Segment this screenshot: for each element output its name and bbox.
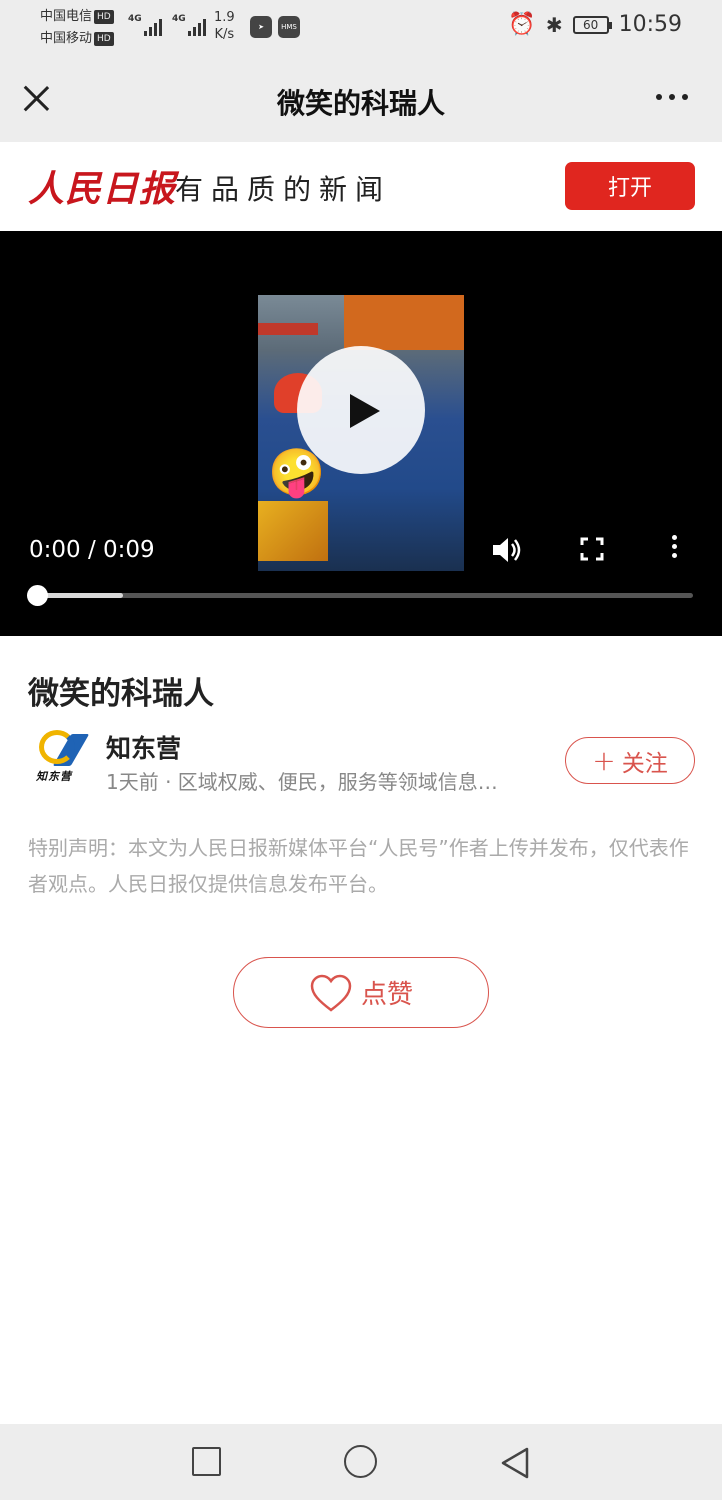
status-right: ⏰ ✱ 60 10:59 bbox=[508, 12, 682, 37]
author-meta: 1天前 · 区域权威、便民，服务等领域信息… bbox=[106, 770, 498, 794]
signal-strength-icon: 4G bbox=[172, 14, 206, 36]
signal-icons: 4G 4G bbox=[128, 14, 206, 36]
more-options-icon[interactable] bbox=[656, 94, 688, 100]
like-label: 点赞 bbox=[360, 980, 413, 1010]
battery-icon: 60 bbox=[572, 15, 612, 34]
video-more-icon[interactable] bbox=[672, 535, 677, 558]
author-avatar[interactable]: 知东营 bbox=[32, 728, 94, 790]
status-bar: 中国电信 HD 中国移动 HD 4G 4G 1.9 K/s ➤ HMS ⏰ ✱ 60… bbox=[0, 0, 722, 56]
hd-badge: HD bbox=[94, 31, 114, 46]
hms-icon: HMS bbox=[278, 16, 300, 38]
nav-bar: 微笑的科瑞人 bbox=[0, 56, 722, 142]
alarm-icon: ⏰ bbox=[508, 12, 536, 37]
volume-icon[interactable] bbox=[491, 535, 523, 565]
heart-icon bbox=[310, 974, 352, 1012]
plus-icon: + bbox=[592, 743, 616, 777]
open-app-button[interactable]: 打开 bbox=[565, 162, 695, 210]
app-banner: 人民日报 有品质的新闻 打开 bbox=[0, 142, 722, 231]
system-nav-bar bbox=[0, 1424, 722, 1500]
carrier-2: 中国移动 bbox=[40, 31, 93, 46]
like-button[interactable]: 点赞 bbox=[233, 957, 489, 1028]
home-icon[interactable] bbox=[344, 1445, 377, 1478]
play-button[interactable] bbox=[297, 346, 425, 474]
article-title: 微笑的科瑞人 bbox=[28, 676, 214, 712]
disclaimer-text: 特别声明：本文为人民日报新媒体平台“人民号”作者上传并发布，仅代表作者观点。人民… bbox=[28, 836, 689, 896]
video-progress-bar[interactable] bbox=[27, 585, 693, 606]
back-icon[interactable] bbox=[500, 1446, 530, 1480]
progress-knob[interactable] bbox=[27, 585, 48, 606]
clock: 10:59 bbox=[618, 12, 682, 37]
page-title: 微笑的科瑞人 bbox=[276, 87, 445, 120]
author-name[interactable]: 知东营 bbox=[106, 729, 181, 765]
hd-badge: HD bbox=[94, 9, 114, 24]
banner-slogan: 有品质的新闻 bbox=[175, 173, 392, 206]
network-speed: 1.9 K/s bbox=[214, 10, 235, 42]
bluetooth-icon: ✱ bbox=[545, 12, 563, 37]
signal-strength-icon: 4G bbox=[128, 14, 162, 36]
video-time: 0:00 / 0:09 bbox=[29, 537, 155, 563]
follow-label: 关注 bbox=[621, 750, 668, 777]
peoples-daily-logo: 人民日报 bbox=[28, 168, 177, 210]
notification-app-icon: ➤ bbox=[250, 16, 272, 38]
carrier-info: 中国电信 HD 中国移动 HD bbox=[40, 6, 114, 50]
recent-apps-icon[interactable] bbox=[192, 1447, 221, 1476]
fullscreen-icon[interactable] bbox=[580, 537, 604, 561]
video-player[interactable]: 🤪 0:00 / 0:09 bbox=[0, 231, 722, 636]
carrier-1: 中国电信 bbox=[40, 9, 93, 24]
follow-button[interactable]: + 关注 bbox=[565, 737, 695, 784]
